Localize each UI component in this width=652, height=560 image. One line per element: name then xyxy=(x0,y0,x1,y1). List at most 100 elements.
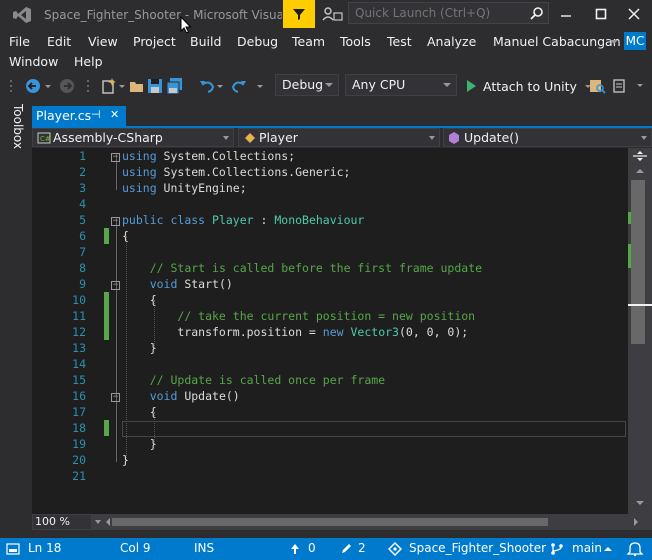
feedback-button[interactable] xyxy=(283,0,315,28)
chevron-down-icon[interactable] xyxy=(118,77,126,95)
grip-icon xyxy=(87,80,89,92)
collapse-icon[interactable]: − xyxy=(111,153,120,162)
toolbox-tab[interactable]: Toolbox xyxy=(3,104,25,164)
collapse-icon[interactable]: − xyxy=(111,217,120,226)
member-dropdown[interactable]: Update() xyxy=(443,128,652,147)
split-handle-icon[interactable] xyxy=(630,150,650,162)
navigate-forward-icon[interactable] xyxy=(58,77,76,95)
vertical-scrollbar[interactable] xyxy=(628,148,652,514)
line-number: 6 xyxy=(79,229,86,243)
repository-name[interactable]: Space_Fighter_Shooter xyxy=(409,541,546,555)
outline-line xyxy=(116,218,117,462)
solution-explorer-icon[interactable] xyxy=(610,77,628,95)
code-line[interactable]: // Update is called once per frame xyxy=(122,373,385,387)
close-icon[interactable]: ✕ xyxy=(110,108,119,121)
pending-changes-count[interactable]: 2 xyxy=(358,541,366,555)
chevron-down-icon[interactable] xyxy=(216,77,224,95)
solution-configuration-select[interactable]: Debug xyxy=(275,74,339,96)
code-token: } xyxy=(122,453,129,467)
branch-name[interactable]: main xyxy=(572,541,602,555)
redo-icon[interactable] xyxy=(230,77,248,95)
attach-to-unity-button[interactable]: Attach to Unity xyxy=(464,76,593,96)
menu-window[interactable]: Window xyxy=(9,54,58,69)
scroll-up-icon[interactable] xyxy=(634,166,646,176)
undo-icon[interactable] xyxy=(198,77,216,95)
pin-icon[interactable]: ⊣ xyxy=(91,108,101,121)
close-window-button[interactable] xyxy=(624,4,644,24)
column-indicator[interactable]: Col 9 xyxy=(120,541,151,555)
minimize-button[interactable] xyxy=(556,4,576,24)
avatar[interactable]: MC xyxy=(624,32,646,50)
code-line[interactable]: void Start() xyxy=(122,277,233,291)
collapse-icon[interactable]: − xyxy=(111,393,120,402)
new-project-icon[interactable] xyxy=(100,77,118,95)
chevron-down-icon[interactable] xyxy=(44,77,52,95)
collapse-icon[interactable]: − xyxy=(111,281,120,290)
navigate-back-icon[interactable] xyxy=(24,77,42,95)
zoom-dropdown-chevron-icon[interactable] xyxy=(94,517,102,527)
unpublished-commits-count[interactable]: 0 xyxy=(308,541,316,555)
code-line[interactable]: public class Player : MonoBehaviour xyxy=(122,213,364,227)
code-line[interactable]: { xyxy=(122,229,129,243)
type-dropdown[interactable]: Player xyxy=(238,128,440,147)
toolbar-overflow-icon[interactable] xyxy=(634,77,646,95)
menu-file[interactable]: File xyxy=(9,34,30,49)
scroll-down-icon[interactable] xyxy=(634,498,646,508)
code-line[interactable]: void Update() xyxy=(122,389,240,403)
visual-studio-logo-icon[interactable] xyxy=(12,6,32,24)
horizontal-scrollbar-thumb[interactable] xyxy=(112,518,548,526)
menu-test[interactable]: Test xyxy=(387,34,412,49)
scroll-right-icon[interactable] xyxy=(632,517,640,527)
code-line[interactable]: } xyxy=(122,453,129,467)
csharp-project-icon: C# xyxy=(37,132,51,144)
menu-project[interactable]: Project xyxy=(133,34,176,49)
scrollbar-thumb[interactable] xyxy=(631,180,645,344)
scroll-left-icon[interactable] xyxy=(104,517,112,527)
notifications-bell-icon[interactable] xyxy=(626,541,644,557)
code-line[interactable]: { xyxy=(122,293,157,307)
chevron-up-icon[interactable] xyxy=(603,545,613,553)
menu-help[interactable]: Help xyxy=(74,54,103,69)
menu-team[interactable]: Team xyxy=(292,34,325,49)
menu-tools[interactable]: Tools xyxy=(340,34,371,49)
chevron-down-icon xyxy=(641,136,647,140)
live-share-icon[interactable] xyxy=(320,4,344,24)
account-name[interactable]: Manuel Cabacungan xyxy=(493,34,621,49)
code-line[interactable]: } xyxy=(122,341,157,355)
code-line[interactable]: // Start is called before the first fram… xyxy=(122,261,482,275)
horizontal-scrollbar[interactable] xyxy=(32,514,652,530)
menu-view[interactable]: View xyxy=(88,34,118,49)
solution-platform-select[interactable]: Any CPU xyxy=(345,74,457,96)
menu-debug[interactable]: Debug xyxy=(237,34,278,49)
chevron-down-icon[interactable] xyxy=(256,77,264,95)
code-line[interactable]: // take the current position = new posit… xyxy=(122,309,475,323)
quick-launch-input[interactable] xyxy=(349,3,531,23)
code-line[interactable]: { xyxy=(122,405,157,419)
search-icon[interactable] xyxy=(530,6,544,20)
find-in-files-icon[interactable] xyxy=(588,77,606,95)
chevron-down-icon[interactable] xyxy=(610,38,618,46)
code-line[interactable]: using UnityEngine; xyxy=(122,181,247,195)
menu-analyze[interactable]: Analyze xyxy=(427,34,476,49)
save-icon[interactable] xyxy=(146,77,164,95)
code-line[interactable]: transform.position = new Vector3(0, 0, 0… xyxy=(122,325,468,339)
quick-launch-box[interactable] xyxy=(348,2,549,24)
line-number: 2 xyxy=(79,165,86,179)
line-number: 11 xyxy=(72,309,86,323)
maximize-button[interactable] xyxy=(591,4,611,24)
menu-edit[interactable]: Edit xyxy=(47,34,71,49)
save-all-icon[interactable] xyxy=(166,77,184,95)
project-dropdown[interactable]: C# Assembly-CSharp xyxy=(32,128,234,147)
chevron-down-icon xyxy=(429,136,435,140)
change-marker xyxy=(104,420,109,436)
menu-build[interactable]: Build xyxy=(190,34,221,49)
code-line[interactable]: using System.Collections.Generic; xyxy=(122,165,350,179)
code-line[interactable]: } xyxy=(122,437,157,451)
line-indicator[interactable]: Ln 18 xyxy=(28,541,61,555)
code-token: // Start is called before the first fram… xyxy=(149,261,483,275)
open-file-icon[interactable] xyxy=(128,77,146,95)
tab-player-cs[interactable]: Player.cs ⊣ ✕ xyxy=(32,106,126,126)
zoom-level-select[interactable]: 100 % xyxy=(32,514,92,530)
code-line[interactable]: using System.Collections; xyxy=(122,149,295,163)
insert-mode-indicator[interactable]: INS xyxy=(194,541,214,555)
